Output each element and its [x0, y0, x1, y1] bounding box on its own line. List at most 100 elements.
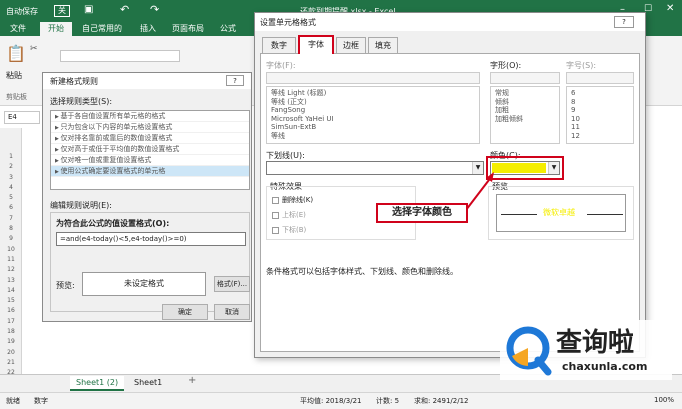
strikethrough-box[interactable] [272, 196, 279, 204]
formula-label: 为符合此公式的值设置格式(O): [56, 219, 170, 228]
ribbon-tab-file[interactable]: 文件 [10, 22, 26, 36]
rule-type-item[interactable]: 仅对排名靠前或靠后的数值设置格式 [51, 133, 249, 144]
new-rule-help-button[interactable]: ? [226, 75, 244, 86]
tab-number[interactable]: 数字 [262, 37, 296, 53]
row-number[interactable]: 11 [0, 255, 22, 265]
sheet-tab-2[interactable]: Sheet1 [128, 376, 168, 389]
font-size-item[interactable]: 11 [567, 123, 633, 132]
row-number[interactable]: 20 [0, 348, 22, 358]
save-icon[interactable]: ▣ [84, 4, 93, 15]
font-size-item[interactable]: 10 [567, 115, 633, 124]
tab-border[interactable]: 边框 [336, 37, 366, 53]
format-button[interactable]: 格式(F)... [214, 276, 250, 292]
rule-cancel-button[interactable]: 取消 [214, 304, 250, 320]
strikethrough-checkbox[interactable]: 删除线(K) [272, 195, 313, 205]
row-number[interactable]: 13 [0, 276, 22, 286]
ribbon-tab-custom[interactable]: 自己常用的 [82, 22, 122, 36]
rule-ok-button[interactable]: 确定 [162, 304, 208, 320]
add-sheet-button[interactable]: + [188, 375, 196, 386]
row-number[interactable]: 19 [0, 337, 22, 347]
rule-type-item[interactable]: 仅对唯一值或重复值设置格式 [51, 155, 249, 166]
row-number[interactable]: 15 [0, 296, 22, 306]
row-number[interactable]: 5 [0, 193, 22, 203]
font-style-item[interactable]: 加粗 [491, 106, 559, 115]
close-icon[interactable]: ✕ [666, 3, 674, 14]
row-number[interactable]: 18 [0, 327, 22, 337]
rule-type-item-selected[interactable]: 使用公式确定要设置格式的单元格 [51, 166, 249, 177]
watermark-badge: 查询啦 chaxunla.com [500, 320, 672, 380]
rule-type-label: 选择规则类型(S): [50, 97, 113, 106]
font-size-item[interactable]: 8 [567, 98, 633, 107]
row-number[interactable]: 3 [0, 173, 22, 183]
subscript-box[interactable] [272, 226, 279, 234]
font-size-item[interactable]: 6 [567, 89, 633, 98]
formula-input[interactable]: =and(e4-today()<5,e4-today()>=0) [56, 232, 246, 246]
row-number[interactable]: 2 [0, 162, 22, 172]
autosave-toggle[interactable]: 关 [54, 5, 70, 17]
font-list: 等线 Light (标题) 等线 (正文) FangSong Microsoft… [266, 86, 480, 144]
ribbon-tab-insert[interactable]: 插入 [140, 22, 156, 36]
row-number[interactable]: 7 [0, 214, 22, 224]
undo-icon[interactable]: ↶ [120, 3, 129, 16]
row-number[interactable]: 8 [0, 224, 22, 234]
row-number[interactable]: 21 [0, 358, 22, 368]
font-size-item[interactable]: 9 [567, 106, 633, 115]
rule-type-item[interactable]: 只为包含以下内容的单元格设置格式 [51, 122, 249, 133]
row-number[interactable]: 17 [0, 317, 22, 327]
tab-font[interactable]: 字体 [298, 35, 334, 54]
sheet-tab-1[interactable]: Sheet1 (2) [70, 376, 125, 391]
font-item[interactable]: 等线 (正文) [267, 98, 479, 107]
ribbon-tab-layout[interactable]: 页面布局 [172, 22, 204, 36]
preview-box: 未设定格式 [82, 272, 206, 296]
paste-label[interactable]: 粘贴 [6, 70, 22, 81]
font-name-combo[interactable] [60, 50, 180, 62]
row-number[interactable]: 14 [0, 286, 22, 296]
font-style-item[interactable]: 倾斜 [491, 98, 559, 107]
watermark-logo-icon [506, 326, 552, 376]
subscript-checkbox[interactable]: 下标(B) [272, 225, 306, 235]
font-size-list: 6 8 9 10 11 12 [566, 86, 634, 144]
underline-select[interactable] [266, 161, 484, 175]
rule-type-item[interactable]: 基于各自值设置所有单元格的格式 [51, 111, 249, 122]
status-sum: 求和: 2491/2/12 [414, 397, 469, 405]
font-item[interactable]: SimSun-ExtB [267, 123, 479, 132]
row-number[interactable]: 12 [0, 265, 22, 275]
font-size-item[interactable]: 12 [567, 132, 633, 141]
watermark-url: chaxunla.com [562, 360, 648, 373]
status-average: 平均值: 2018/3/21 [300, 397, 362, 405]
row-number[interactable]: 4 [0, 183, 22, 193]
name-box[interactable]: E4 [4, 111, 40, 124]
row-number[interactable]: 10 [0, 245, 22, 255]
superscript-label: 上标(E) [282, 211, 306, 219]
ribbon-tab-formulas[interactable]: 公式 [220, 22, 236, 36]
preview-label: 预览: [56, 281, 75, 290]
ribbon-tab-home[interactable]: 开始 [40, 22, 72, 36]
row-number[interactable]: 1 [0, 152, 22, 162]
cut-icon[interactable]: ✂ [30, 44, 38, 54]
font-item[interactable]: 等线 [267, 132, 479, 141]
font-style-item[interactable]: 加粗倾斜 [491, 115, 559, 124]
font-item[interactable]: 等线 Light (标题) [267, 89, 479, 98]
row-number[interactable]: 16 [0, 306, 22, 316]
font-preview-box: 微软卓越 [496, 194, 626, 232]
row-number[interactable]: 9 [0, 234, 22, 244]
font-style-list: 常规 倾斜 加粗 加粗倾斜 [490, 86, 560, 144]
color-dropdown-icon[interactable]: ▼ [548, 162, 559, 174]
font-item[interactable]: FangSong [267, 106, 479, 115]
rule-type-list: 基于各自值设置所有单元格的格式 只为包含以下内容的单元格设置格式 仅对排名靠前或… [50, 110, 250, 190]
row-number[interactable]: 6 [0, 203, 22, 213]
annotation-text: 选择字体颜色 [392, 207, 452, 218]
font-style-item[interactable]: 常规 [491, 89, 559, 98]
rule-type-item[interactable]: 仅对高于或低于平均值的数值设置格式 [51, 144, 249, 155]
format-cells-tabs: 数字 字体 边框 填充 [260, 35, 640, 54]
superscript-box[interactable] [272, 211, 279, 219]
zoom-level[interactable]: 100% [654, 396, 674, 404]
font-item[interactable]: Microsoft YaHei UI [267, 115, 479, 124]
format-cells-help-button[interactable]: ? [614, 16, 634, 28]
superscript-checkbox[interactable]: 上标(E) [272, 210, 306, 220]
format-cells-title: 设置单元格格式 [260, 18, 316, 27]
tab-fill[interactable]: 填充 [368, 37, 398, 53]
format-note: 条件格式可以包括字体样式、下划线、颜色和删除线。 [266, 267, 458, 276]
paste-icon[interactable]: 📋 [6, 44, 26, 63]
redo-icon[interactable]: ↷ [150, 3, 159, 16]
